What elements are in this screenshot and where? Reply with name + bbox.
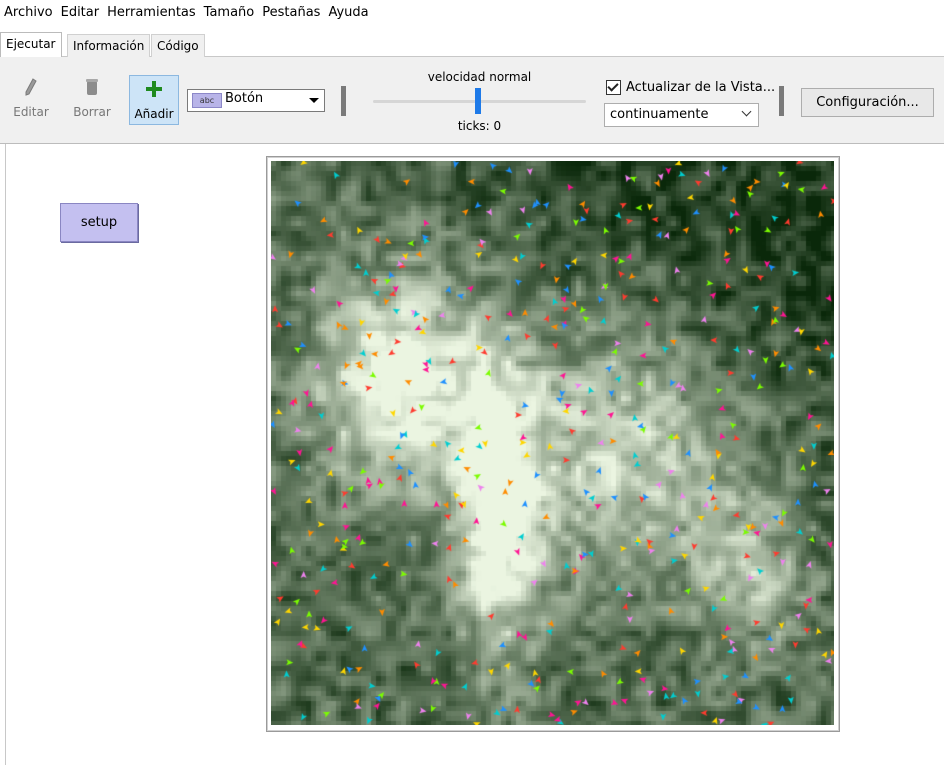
tab-codigo[interactable]: Código <box>151 34 205 57</box>
world-view[interactable] <box>271 161 834 725</box>
workspace-left-border <box>5 144 6 765</box>
plus-icon <box>146 81 162 97</box>
trash-icon <box>86 79 98 95</box>
widget-type-value: Botón <box>225 91 264 106</box>
button-widget-icon: abc <box>192 93 222 108</box>
update-mode-select[interactable]: continuamente <box>604 103 759 127</box>
add-button[interactable]: Añadir <box>129 75 179 125</box>
toolbar-separator-2 <box>779 86 784 116</box>
speed-slider-thumb[interactable] <box>475 88 481 114</box>
setup-button[interactable]: setup <box>60 203 138 242</box>
pencil-icon <box>25 78 37 96</box>
menu-ayuda[interactable]: Ayuda <box>324 0 372 26</box>
toolbar-separator <box>341 86 346 116</box>
tab-informacion[interactable]: Información <box>67 34 151 57</box>
menu-editar[interactable]: Editar <box>57 0 104 26</box>
add-button-label: Añadir <box>134 107 174 121</box>
update-mode-value: continuamente <box>610 107 709 122</box>
edit-button[interactable]: Editar <box>9 78 53 138</box>
view-updates-label: Actualizar de la Vista... <box>626 80 776 95</box>
edit-button-label: Editar <box>13 105 49 119</box>
view-updates-checkbox[interactable] <box>606 80 621 95</box>
widget-type-dropdown[interactable]: abc Botón <box>187 89 325 112</box>
menu-herramientas[interactable]: Herramientas <box>103 0 200 26</box>
settings-button[interactable]: Configuración... <box>801 88 934 117</box>
delete-button-label: Borrar <box>73 105 111 119</box>
menu-bar: Archivo Editar Herramientas Tamaño Pesta… <box>0 0 944 26</box>
ticks-counter: ticks: 0 <box>457 119 502 133</box>
delete-button[interactable]: Borrar <box>70 78 114 138</box>
tab-ejecutar[interactable]: Ejecutar <box>0 32 62 58</box>
menu-archivo[interactable]: Archivo <box>0 0 57 26</box>
tab-strip: Ejecutar Información Código <box>0 32 944 58</box>
speed-label: velocidad normal <box>427 70 532 84</box>
dropdown-arrow-icon <box>309 98 319 103</box>
menu-tamano[interactable]: Tamaño <box>200 0 259 26</box>
menu-pestanas[interactable]: Pestañas <box>258 0 324 26</box>
view-updates-toggle[interactable]: Actualizar de la Vista... <box>606 80 775 95</box>
chevron-down-icon <box>741 106 752 117</box>
